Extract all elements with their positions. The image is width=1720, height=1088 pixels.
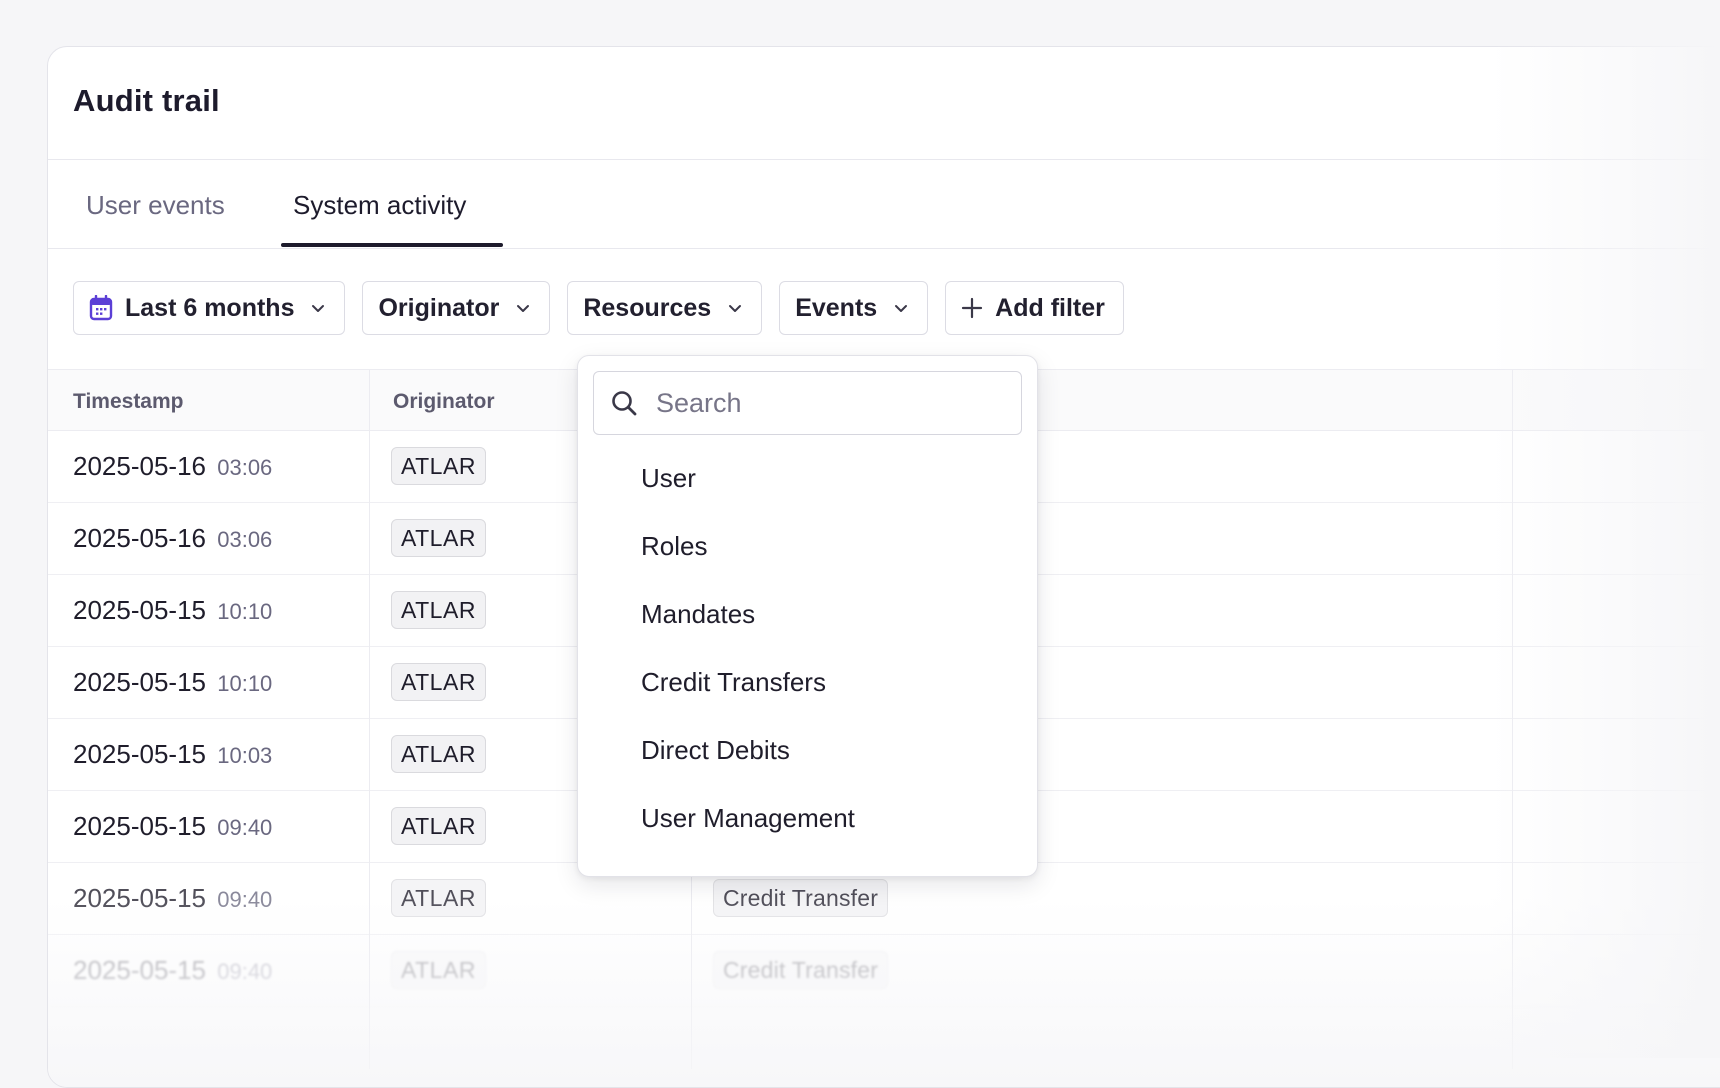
add-filter-button[interactable]: Add filter [945, 281, 1124, 335]
timestamp-cell: 2025-05-15 09:40 [73, 811, 272, 842]
originator-column-header[interactable]: Originator [393, 390, 495, 414]
originator-badge: ATLAR [391, 951, 486, 989]
date-text: 2025-05-16 [73, 451, 206, 481]
resource-option-user[interactable]: User [641, 463, 696, 494]
events-filter-label: Events [795, 293, 878, 322]
originator-filter-button[interactable]: Originator [362, 281, 551, 335]
timestamp-cell: 2025-05-15 10:10 [73, 595, 272, 626]
originator-badge: ATLAR [391, 591, 486, 629]
page-title: Audit trail [73, 83, 220, 118]
resource-option-user-management[interactable]: User Management [641, 803, 855, 834]
time-text: 03:06 [217, 527, 273, 552]
timestamp-cell: 2025-05-15 10:03 [73, 739, 272, 770]
resource-badge: Credit Transfer [713, 951, 889, 989]
originator-badge: ATLAR [391, 519, 486, 557]
chevron-down-icon [729, 305, 742, 312]
tab-user-events[interactable]: User events [86, 190, 225, 221]
table-row[interactable]: 2025-05-15 09:40 ATLAR Credit Transfer [48, 935, 1720, 1007]
timestamp-cell: 2025-05-15 09:40 [73, 955, 272, 986]
tab-bar: User events System activity [48, 160, 1720, 249]
timestamp-cell: 2025-05-15 10:10 [73, 667, 272, 698]
resources-filter-label: Resources [583, 293, 712, 322]
resources-filter-button[interactable]: Resources [567, 281, 763, 335]
time-text: 10:03 [217, 743, 273, 768]
date-text: 2025-05-15 [73, 955, 206, 985]
card-header: Audit trail [48, 47, 1720, 160]
chevron-down-icon [517, 305, 530, 312]
originator-badge: ATLAR [391, 735, 486, 773]
timestamp-column-header[interactable]: Timestamp [73, 390, 184, 414]
tab-system-activity[interactable]: System activity [293, 190, 466, 221]
originator-badge: ATLAR [391, 663, 486, 701]
resource-badge: Credit Transfer [713, 879, 889, 917]
date-text: 2025-05-15 [73, 595, 206, 625]
resources-dropdown: User Roles Mandates Credit Transfers Dir… [577, 355, 1038, 877]
date-text: 2025-05-15 [73, 811, 206, 841]
resources-search-box[interactable] [593, 371, 1022, 435]
time-text: 09:40 [217, 815, 273, 840]
timestamp-cell: 2025-05-16 03:06 [73, 451, 272, 482]
column-divider [1512, 369, 1513, 1069]
date-range-filter-button[interactable]: Last 6 months [73, 281, 346, 335]
time-text: 03:06 [217, 455, 273, 480]
time-text: 09:40 [217, 887, 273, 912]
resource-option-credit-transfers[interactable]: Credit Transfers [641, 667, 826, 698]
resource-option-roles[interactable]: Roles [641, 531, 707, 562]
chevron-down-icon [312, 305, 325, 312]
originator-badge: ATLAR [391, 879, 486, 917]
time-text: 10:10 [217, 599, 273, 624]
filter-bar: Last 6 months Originator Resources Event… [73, 281, 1124, 337]
add-filter-label: Add filter [995, 293, 1105, 322]
date-text: 2025-05-15 [73, 667, 206, 697]
originator-badge: ATLAR [391, 447, 486, 485]
date-text: 2025-05-15 [73, 883, 206, 913]
originator-filter-label: Originator [378, 293, 500, 322]
search-icon [612, 391, 637, 416]
time-text: 10:10 [217, 671, 273, 696]
date-range-label: Last 6 months [125, 293, 295, 322]
calendar-icon [89, 295, 113, 321]
events-filter-button[interactable]: Events [779, 281, 929, 335]
timestamp-cell: 2025-05-16 03:06 [73, 523, 272, 554]
resource-option-direct-debits[interactable]: Direct Debits [641, 735, 790, 766]
active-tab-indicator [281, 243, 503, 247]
time-text: 09:40 [217, 959, 273, 984]
chevron-down-icon [895, 305, 908, 312]
plus-icon [962, 297, 983, 319]
resource-option-mandates[interactable]: Mandates [641, 599, 755, 630]
timestamp-cell: 2025-05-15 09:40 [73, 883, 272, 914]
resources-search-input[interactable] [654, 386, 988, 420]
column-divider [369, 369, 370, 1069]
date-text: 2025-05-16 [73, 523, 206, 553]
originator-badge: ATLAR [391, 807, 486, 845]
date-text: 2025-05-15 [73, 739, 206, 769]
